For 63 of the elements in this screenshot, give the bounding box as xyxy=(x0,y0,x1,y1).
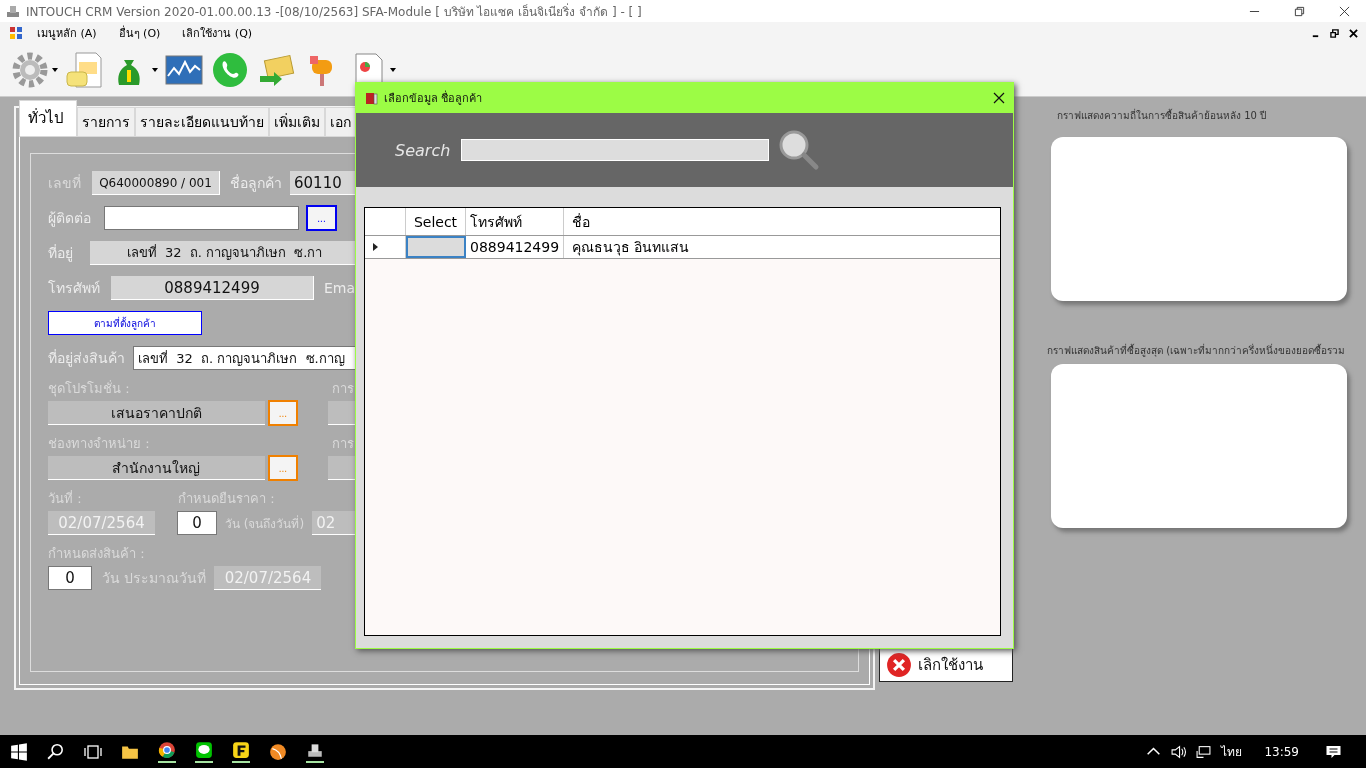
customer-address-button[interactable]: ตามที่ตั้งลูกค้า xyxy=(48,311,202,335)
windows-start-icon[interactable] xyxy=(10,742,28,761)
windows-grid-icon xyxy=(9,26,23,40)
clock[interactable]: 13:59 xyxy=(1264,744,1299,759)
chart-title: กราฟแสดงสินค้าที่ซื้อสูงสุด (เฉพาะที่มากกว่าครึ่งหนึ่งของยอดซื้อรวม xyxy=(1047,343,1347,358)
address-field: เลขที่ 32 ถ. กาญจนาภิเษก ซ.กา xyxy=(90,241,356,265)
field-label: ที่อยู่ xyxy=(48,243,74,264)
table-cell: 0889412499 xyxy=(466,236,564,258)
field-label: ที่อยู่ส่งสินค้า xyxy=(48,348,126,369)
chart-title: กราฟแสดงความถี่ในการซื้อสินค้าย้อนหลัง 10 ปี xyxy=(1057,108,1268,123)
field-label: Ema xyxy=(324,280,356,296)
phone-field: 0889412499 xyxy=(111,276,314,300)
caret-icon[interactable] xyxy=(152,68,158,72)
tab[interactable]: เพิ่มเติม xyxy=(269,107,325,137)
browse-button[interactable]: ... xyxy=(306,205,337,231)
field-label: ชื่อลูกค้า xyxy=(230,173,282,194)
search-icon[interactable] xyxy=(47,742,65,761)
search-label: Search xyxy=(395,140,451,160)
menu-item[interactable]: อื่นๆ (O) xyxy=(116,22,163,44)
speaker-icon[interactable] xyxy=(1171,744,1187,759)
select-cell[interactable] xyxy=(406,236,466,258)
field-label: โทรศัพท์ xyxy=(48,279,101,298)
close-icon[interactable] xyxy=(993,91,1005,104)
search-input[interactable] xyxy=(461,139,770,161)
document-number-field: Q640000890 / 001 xyxy=(92,171,220,195)
app-icon xyxy=(6,4,20,18)
dialog-title: เลือกข้อมูล ชื่อลูกค้า xyxy=(384,89,483,107)
language-indicator[interactable]: ไทย xyxy=(1221,742,1243,761)
customer-field: 60110 xyxy=(290,171,356,195)
cancel-button[interactable]: เลิกใช้งาน xyxy=(879,648,1013,682)
days-input[interactable]: 0 xyxy=(48,566,92,590)
restore-icon[interactable] xyxy=(1294,5,1305,17)
chat-app-icon[interactable] xyxy=(195,740,213,763)
column-header[interactable]: โทรศัพท์ xyxy=(466,208,564,235)
column-header[interactable]: ชื่อ xyxy=(564,208,1000,235)
days-input[interactable]: 0 xyxy=(177,511,217,535)
letter-app-icon[interactable] xyxy=(232,740,250,763)
ball-app-icon[interactable] xyxy=(269,742,287,761)
table-cell-text: คุณธนวุธ อินทแสน xyxy=(571,238,691,258)
close-circle-icon xyxy=(886,652,912,678)
field-label: ผู้ติดต่อ xyxy=(48,209,92,229)
close-icon[interactable] xyxy=(1339,5,1350,17)
tab[interactable]: เอก xyxy=(325,107,356,137)
menu-item[interactable]: เลิกใช้งาน (Q) xyxy=(180,22,255,44)
menu-item[interactable]: เมนูหลัก (A) xyxy=(35,22,99,44)
close-icon[interactable] xyxy=(1349,28,1358,38)
caret-icon[interactable] xyxy=(390,68,396,72)
window-title: INTOUCH CRM Version 2020-01.00.00.13 -[08/10/2563] SFA-Module [ บริษัท ไอแซค เอ็นจิเนียริ่ง จำกัด ] - [ ] xyxy=(26,2,642,21)
network-icon[interactable] xyxy=(1196,744,1212,759)
promotion-field: เสนอราคาปกติ xyxy=(48,401,265,425)
restore-icon[interactable] xyxy=(1330,28,1339,38)
notification-icon[interactable] xyxy=(1325,744,1342,759)
tab[interactable]: ทั่วไป xyxy=(19,100,77,137)
book-icon xyxy=(364,90,378,105)
shipping-address-field: เลขที่ 32 ถ. กาญจนาภิเษก ซ.กาญ xyxy=(133,346,356,370)
tab[interactable]: รายละเอียดแนบท้าย xyxy=(135,107,269,137)
contact-input[interactable] xyxy=(104,206,299,230)
browser-icon[interactable] xyxy=(158,740,176,763)
task-view-icon[interactable] xyxy=(84,742,102,761)
caret-icon[interactable] xyxy=(52,68,58,72)
tab[interactable]: รายการ xyxy=(77,107,135,137)
column-header[interactable]: Select xyxy=(406,208,466,235)
sales-channel-field: สำนักงานใหญ่ xyxy=(48,456,265,480)
